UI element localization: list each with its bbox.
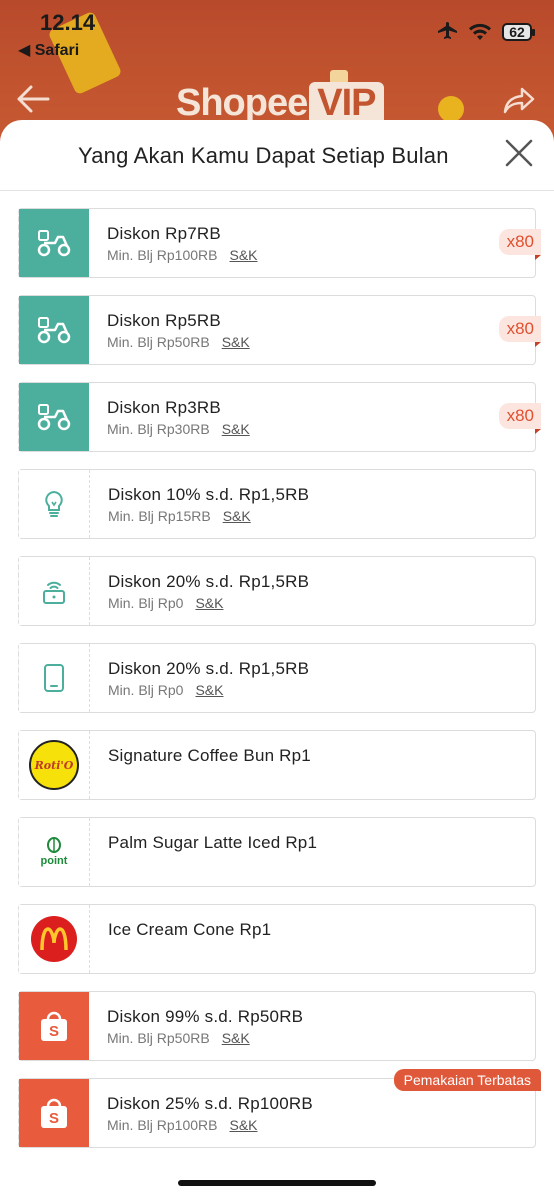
- point-coffee-logo: point: [40, 837, 68, 867]
- quantity-badge: x80: [498, 229, 542, 260]
- voucher-icon-panel: S: [16, 1079, 89, 1147]
- voucher-icon-panel: [16, 557, 90, 625]
- voucher-title: Palm Sugar Latte Iced Rp1: [108, 833, 318, 852]
- svg-text:S: S: [49, 1023, 59, 1040]
- voucher-title: Diskon Rp7RB: [107, 224, 221, 243]
- voucher-icon-panel: [16, 905, 90, 973]
- voucher-icon-panel: Roti'O: [16, 731, 90, 799]
- voucher-min-spend: Min. Blj Rp30RB: [107, 421, 210, 437]
- voucher-card[interactable]: point Palm Sugar Latte Iced Rp1: [16, 817, 536, 887]
- voucher-card[interactable]: S Diskon 99% s.d. Rp50RB Min. Blj Rp50RB…: [16, 991, 536, 1061]
- voucher-card[interactable]: Diskon Rp3RB Min. Blj Rp30RB S&K x80: [16, 382, 542, 452]
- shopee-bag-icon: S: [41, 1098, 67, 1128]
- voucher-title: Diskon 99% s.d. Rp50RB: [107, 1007, 304, 1026]
- terms-link[interactable]: S&K: [223, 508, 251, 524]
- back-arrow-icon[interactable]: [16, 84, 50, 114]
- terms-link[interactable]: S&K: [222, 1030, 250, 1046]
- terms-link[interactable]: S&K: [222, 334, 250, 350]
- voucher-card[interactable]: Ice Cream Cone Rp1: [16, 904, 536, 974]
- mcdonalds-logo: [31, 916, 77, 962]
- rotio-logo: Roti'O: [29, 740, 79, 790]
- leaf-icon: [46, 837, 61, 853]
- voucher-card[interactable]: Diskon 10% s.d. Rp1,5RB Min. Blj Rp15RB S…: [16, 469, 536, 539]
- voucher-icon-panel: S: [16, 992, 89, 1060]
- vip-badge: VIP: [309, 82, 384, 125]
- terms-link[interactable]: S&K: [230, 247, 258, 263]
- voucher-title: Diskon Rp5RB: [107, 311, 221, 330]
- voucher-min-spend: Min. Blj Rp50RB: [107, 334, 210, 350]
- share-icon[interactable]: [502, 86, 536, 114]
- voucher-min-spend: Min. Blj Rp15RB: [108, 508, 211, 524]
- voucher-min-spend: Min. Blj Rp0: [108, 682, 184, 698]
- voucher-icon-panel: point: [16, 818, 90, 886]
- wifi-icon: [469, 23, 491, 40]
- battery-indicator: 62: [502, 23, 535, 41]
- voucher-min-spend: Min. Blj Rp50RB: [107, 1030, 210, 1046]
- quantity-badge: x80: [498, 316, 542, 347]
- voucher-title: Diskon 25% s.d. Rp100RB: [107, 1094, 313, 1113]
- voucher-icon-panel: [16, 470, 90, 538]
- limited-usage-badge: Pemakaian Terbatas: [393, 1069, 541, 1091]
- voucher-icon-panel: [16, 209, 89, 277]
- sheet-header: Yang Akan Kamu Dapat Setiap Bulan: [0, 120, 554, 191]
- voucher-min-spend: Min. Blj Rp0: [108, 595, 184, 611]
- svg-text:S: S: [49, 1110, 59, 1127]
- phone-icon: [44, 664, 64, 692]
- voucher-card[interactable]: Diskon Rp7RB Min. Blj Rp100RB S&K x80: [16, 208, 542, 278]
- shopee-bag-icon: S: [41, 1011, 67, 1041]
- quantity-badge: x80: [498, 403, 542, 434]
- voucher-title: Ice Cream Cone Rp1: [108, 920, 272, 939]
- delivery-bike-icon: [37, 404, 71, 431]
- delivery-bike-icon: [37, 230, 71, 257]
- wifi-router-icon: [43, 581, 65, 604]
- home-indicator[interactable]: [178, 1180, 376, 1186]
- voucher-card[interactable]: Diskon 20% s.d. Rp1,5RB Min. Blj Rp0 S&K: [16, 643, 536, 713]
- status-time: 12.14: [40, 10, 96, 35]
- status-icons: 62: [436, 22, 535, 42]
- voucher-card[interactable]: Diskon 20% s.d. Rp1,5RB Min. Blj Rp0 S&K: [16, 556, 536, 626]
- voucher-title: Diskon 10% s.d. Rp1,5RB: [108, 485, 310, 504]
- terms-link[interactable]: S&K: [195, 595, 223, 611]
- voucher-card[interactable]: S Diskon 25% s.d. Rp100RB Min. Blj Rp100…: [16, 1069, 541, 1148]
- voucher-icon-panel: [16, 383, 89, 451]
- back-to-safari-link[interactable]: ◀ Safari: [18, 40, 79, 60]
- voucher-card[interactable]: Diskon Rp5RB Min. Blj Rp50RB S&K x80: [16, 295, 542, 365]
- close-icon[interactable]: [504, 138, 534, 168]
- terms-link[interactable]: S&K: [222, 421, 250, 437]
- voucher-min-spend: Min. Blj Rp100RB: [107, 1117, 218, 1133]
- voucher-card[interactable]: Roti'O Signature Coffee Bun Rp1: [16, 730, 536, 800]
- airplane-icon: [438, 22, 457, 39]
- shopee-vip-logo: Shopee VIP: [176, 82, 384, 125]
- terms-link[interactable]: S&K: [195, 682, 223, 698]
- voucher-title: Signature Coffee Bun Rp1: [108, 746, 311, 765]
- lightbulb-icon: [45, 490, 63, 517]
- voucher-title: Diskon 20% s.d. Rp1,5RB: [108, 659, 310, 678]
- terms-link[interactable]: S&K: [230, 1117, 258, 1133]
- voucher-title: Diskon Rp3RB: [107, 398, 221, 417]
- voucher-title: Diskon 20% s.d. Rp1,5RB: [108, 572, 310, 591]
- voucher-icon-panel: [16, 644, 90, 712]
- voucher-min-spend: Min. Blj Rp100RB: [107, 247, 218, 263]
- brand-text: Shopee: [176, 82, 308, 124]
- voucher-list: Diskon Rp7RB Min. Blj Rp100RB S&K x80 Dis…: [16, 208, 542, 1165]
- rotio-logo-text: Roti'O: [34, 758, 74, 772]
- sheet-title: Yang Akan Kamu Dapat Setiap Bulan: [78, 143, 449, 168]
- decoration-coin: [438, 96, 464, 122]
- delivery-bike-icon: [37, 317, 71, 344]
- point-logo-text: point: [40, 855, 68, 867]
- golden-arches-icon: [40, 927, 68, 951]
- voucher-icon-panel: [16, 296, 89, 364]
